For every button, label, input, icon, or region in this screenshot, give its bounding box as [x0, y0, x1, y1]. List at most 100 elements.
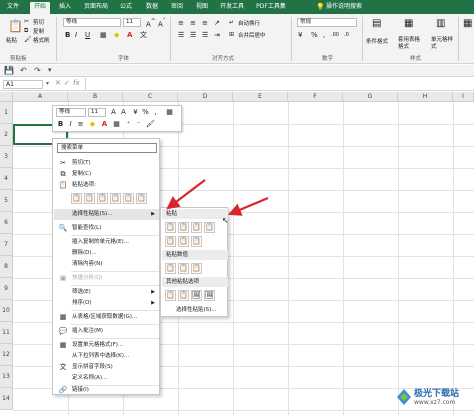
currency-icon[interactable]: ¥ — [298, 31, 302, 39]
merge-icon[interactable]: ⊞ — [229, 31, 234, 39]
column-header[interactable]: D — [178, 92, 233, 102]
align-middle-icon[interactable]: ≡ — [190, 19, 196, 27]
insert-function-icon[interactable]: fx — [73, 79, 80, 87]
insert-cells-icon[interactable]: ▦ — [463, 19, 472, 29]
wrap-text-icon[interactable]: ↵ — [229, 19, 234, 27]
font-name-combo[interactable]: 等线 — [63, 18, 121, 27]
italic-button[interactable]: I — [75, 31, 77, 39]
number-format-combo[interactable]: 常规 — [297, 18, 357, 27]
row-header[interactable]: 2 — [0, 124, 13, 146]
underline-button[interactable]: U — [85, 31, 90, 39]
tab-file[interactable]: 文件 — [4, 2, 22, 14]
paste-option-formatting[interactable]: 📋 — [123, 193, 134, 204]
table-format-icon[interactable]: ▦ — [404, 19, 413, 29]
menu-item-pick-list[interactable]: 从下拉列表中选择(K)... — [54, 351, 159, 362]
comma-icon[interactable]: , — [151, 108, 160, 117]
align-center-icon[interactable]: ≡ — [76, 120, 85, 129]
row-header[interactable]: 11 — [0, 322, 13, 344]
row-header[interactable]: 12 — [0, 344, 13, 366]
menu-item-format-cells[interactable]: ▦ 设置单元格格式(F)... — [54, 340, 159, 351]
paste-button-formatting[interactable]: 📋 — [165, 290, 176, 301]
row-header[interactable]: 6 — [0, 212, 13, 234]
format-painter-icon[interactable]: 🖌 — [146, 120, 155, 129]
paste-option-values[interactable]: 📋 — [84, 193, 95, 204]
paste-button-formulas-number[interactable]: 📋 — [191, 222, 202, 233]
bold-button[interactable]: B — [65, 31, 70, 39]
name-box[interactable]: A1 — [3, 80, 43, 89]
grow-font-icon[interactable]: A^ — [146, 19, 156, 28]
redo-icon[interactable]: ↷ — [34, 66, 41, 75]
copy-icon[interactable]: ⧉ — [24, 27, 28, 35]
cell-styles-button[interactable]: 单元格样式 — [431, 37, 455, 51]
menu-item-quick-analysis[interactable]: ▣ 快速分析(Q) — [54, 273, 159, 284]
customize-qat-icon[interactable]: ▾ — [48, 66, 52, 74]
currency-icon[interactable]: ¥ — [131, 108, 140, 117]
conditional-format-icon[interactable]: ▤ — [372, 19, 381, 29]
paste-button-link[interactable]: 📋 — [178, 290, 189, 301]
select-all-corner[interactable] — [0, 92, 13, 102]
column-header[interactable]: I — [453, 92, 474, 102]
tab-developer[interactable]: 开发工具 — [218, 2, 246, 14]
increase-decimal-icon[interactable]: ⁺ — [124, 120, 133, 129]
row-header[interactable]: 4 — [0, 168, 13, 190]
tab-formulas[interactable]: 公式 — [117, 2, 135, 14]
indent-icon[interactable]: ⇥ — [214, 31, 220, 39]
tab-page-layout[interactable]: 页面布局 — [82, 2, 110, 14]
menu-item-cut[interactable]: ✂ 剪切(T) — [54, 158, 159, 169]
menu-item-phonetic[interactable]: 文显示拼音字段(S) — [54, 362, 159, 373]
menu-item-define-name[interactable]: 定义名称(A)... — [54, 373, 159, 384]
bold-icon[interactable]: B — [56, 120, 65, 129]
paste-option-link[interactable]: 📋 — [136, 193, 147, 204]
font-size-combo[interactable]: 11 — [123, 18, 141, 27]
formula-input[interactable] — [86, 78, 474, 91]
tab-home[interactable]: 开始 — [30, 2, 50, 14]
row-header[interactable]: 5 — [0, 190, 13, 212]
row-header[interactable]: 8 — [0, 256, 13, 278]
menu-item-copy[interactable]: ⧉ 复制(C) — [54, 169, 159, 180]
align-top-icon[interactable]: ≡ — [178, 19, 184, 27]
conditional-format-button[interactable]: 条件格式 — [366, 37, 388, 45]
column-header[interactable]: G — [343, 92, 398, 102]
align-left-icon[interactable]: ☰ — [178, 31, 184, 39]
fill-color-icon[interactable]: ◆ — [88, 120, 97, 129]
decrease-decimal-icon[interactable]: .0 — [344, 31, 349, 39]
paste-button-transpose[interactable]: 📋 — [191, 236, 202, 247]
row-header[interactable]: 3 — [0, 146, 13, 168]
paste-button-paste[interactable]: 📋 — [165, 222, 176, 233]
increase-decimal-icon[interactable]: .00 — [331, 31, 339, 39]
cell-styles-icon[interactable]: ▥ — [436, 19, 445, 29]
name-box-dropdown-icon[interactable]: ▾ — [46, 80, 49, 87]
column-header[interactable]: C — [123, 92, 178, 102]
format-table-icon[interactable]: ▦ — [165, 108, 174, 117]
menu-item-link[interactable]: 🔗 链接(I) — [54, 385, 159, 396]
column-header[interactable]: A — [13, 92, 68, 102]
menu-item-insert-comment[interactable]: 💬 插入批注(M) — [54, 326, 159, 337]
mini-font-combo[interactable]: 等线 — [56, 108, 86, 117]
comma-icon[interactable]: , — [323, 31, 325, 39]
orientation-icon[interactable]: ↗ — [214, 19, 220, 27]
menu-item-insert-copied[interactable]: 插入复制的单元格(E)... — [54, 237, 159, 248]
paste-button-keep-source[interactable]: 📋 — [204, 222, 215, 233]
tab-view[interactable]: 视图 — [193, 2, 211, 14]
row-header[interactable]: 10 — [0, 300, 13, 322]
tab-insert[interactable]: 插入 — [56, 2, 74, 14]
paste-icon[interactable]: 📋 — [8, 20, 23, 32]
menu-item-paste-special[interactable]: 选择性粘贴(S)... ▶ — [54, 209, 159, 220]
paste-button-keep-widths[interactable]: 📋 — [178, 236, 189, 247]
paste-option-formulas[interactable]: 📋 — [97, 193, 108, 204]
border-icon[interactable]: ▦ — [100, 31, 107, 39]
column-header[interactable]: E — [233, 92, 288, 102]
column-header[interactable]: F — [288, 92, 343, 102]
paste-button[interactable]: 粘贴 — [6, 36, 17, 44]
save-icon[interactable]: 💾 — [4, 66, 14, 75]
row-header[interactable]: 7 — [0, 234, 13, 256]
undo-icon[interactable]: ↶ — [20, 66, 27, 75]
wrap-text-button[interactable]: 自动换行 — [238, 19, 260, 27]
paste-option-transpose[interactable]: 📋 — [110, 193, 121, 204]
grow-font-icon[interactable]: A — [109, 108, 118, 117]
percent-icon[interactable]: % — [311, 31, 318, 39]
cut-button[interactable]: 剪切 — [33, 18, 44, 26]
font-color-icon[interactable]: A — [127, 31, 132, 39]
paste-button-linked-picture[interactable]: 🖼 — [204, 290, 215, 301]
menu-item-delete[interactable]: 删除(D)... — [54, 248, 159, 259]
